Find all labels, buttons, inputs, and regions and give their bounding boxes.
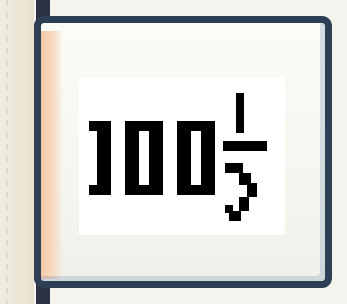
zoom-100-percent-icon — [89, 93, 267, 221]
toolbar-area — [0, 0, 347, 304]
zoom-100-button[interactable] — [34, 16, 332, 288]
zoom-icon-frame — [79, 77, 285, 235]
toolbar-gripper — [0, 0, 34, 304]
